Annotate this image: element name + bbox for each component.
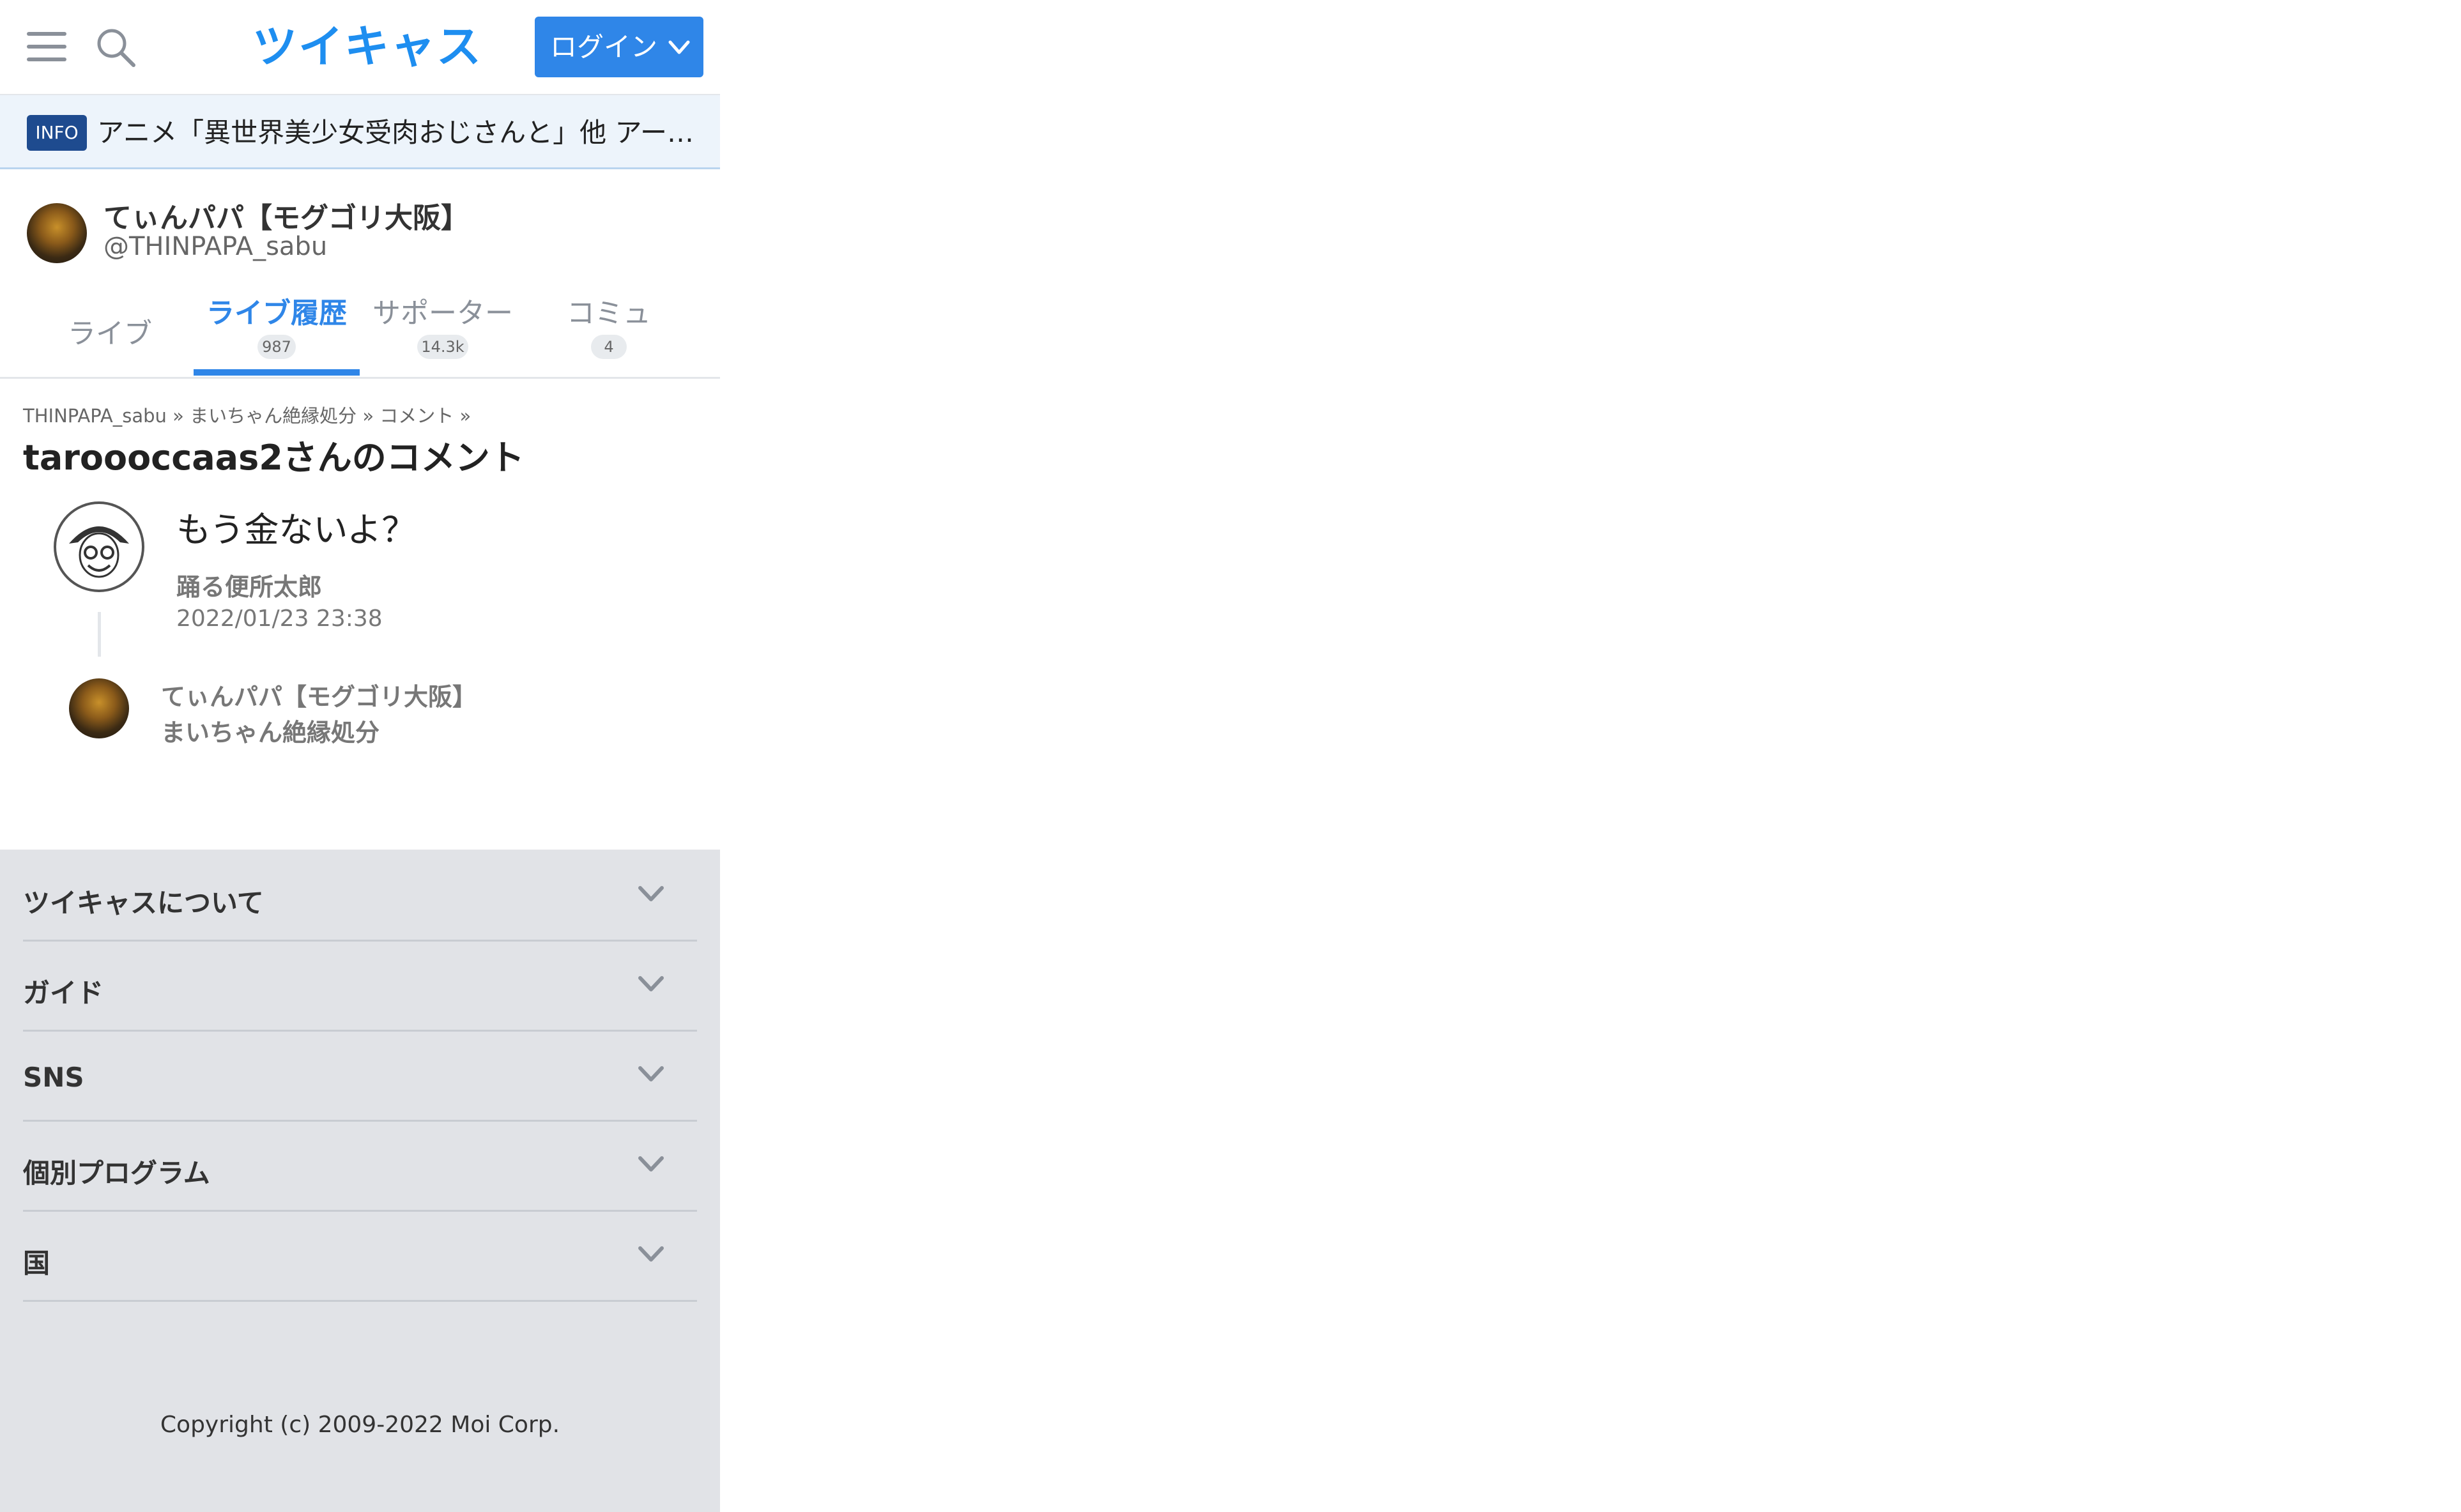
movie-title[interactable]: まいちゃん絶縁処分 <box>161 713 379 748</box>
profile-tabs: ライブ ライブ履歴 987 サポーター 14.3k コミュ 4 <box>0 281 720 379</box>
user-avatar[interactable] <box>27 203 87 263</box>
tab-count-badge: 987 <box>257 335 296 359</box>
broadcaster-avatar[interactable] <box>69 678 129 738</box>
comment-text: もう金ないよ？ <box>176 510 417 550</box>
breadcrumb-separator: » <box>172 405 184 427</box>
menu-icon[interactable] <box>27 31 68 64</box>
search-icon[interactable] <box>94 26 139 70</box>
footer-section-country[interactable]: 国 <box>23 1210 697 1302</box>
comment-author[interactable]: 踊る便所太郎 <box>176 567 322 602</box>
tab-community[interactable]: コミュ 4 <box>526 281 692 377</box>
breadcrumb-movie[interactable]: まいちゃん絶縁処分 <box>190 405 356 427</box>
tab-label: ライブ履歴 <box>206 297 347 330</box>
tab-label: コミュ <box>567 297 651 330</box>
chevron-down-icon <box>638 976 664 991</box>
info-badge: INFO <box>27 115 87 151</box>
active-tab-indicator <box>194 369 360 376</box>
top-header: ツイキャス ログイン <box>0 0 720 95</box>
footer-section-label: 国 <box>23 1248 50 1279</box>
tab-count-badge: 14.3k <box>417 335 468 359</box>
page-title: taroooccaas2さんのコメント <box>23 438 525 478</box>
user-name[interactable]: てぃんパパ【モグゴリ大阪】 <box>103 195 469 236</box>
site-logo[interactable]: ツイキャス <box>252 18 481 75</box>
chevron-down-icon <box>638 1066 664 1081</box>
tab-live-history[interactable]: ライブ履歴 987 <box>194 281 360 377</box>
footer-section-label: SNS <box>23 1062 84 1093</box>
copyright-text: Copyright (c) 2009-2022 Moi Corp. <box>160 1412 560 1438</box>
chevron-down-icon <box>668 40 690 54</box>
user-handle: @THINPAPA_sabu <box>103 232 328 261</box>
footer-section-sns[interactable]: SNS <box>23 1030 697 1122</box>
tab-count-badge: 4 <box>591 335 627 359</box>
commenter-avatar-image <box>69 526 129 578</box>
footer-section-guide[interactable]: ガイド <box>23 940 697 1032</box>
login-label: ログイン <box>550 31 658 63</box>
breadcrumb-user[interactable]: THINPAPA_sabu <box>23 405 167 427</box>
footer-section-about[interactable]: ツイキャスについて <box>23 850 697 942</box>
breadcrumb-separator: » <box>362 405 374 427</box>
login-button[interactable]: ログイン <box>535 17 703 77</box>
chevron-down-icon <box>638 1156 664 1172</box>
movie-broadcaster-name[interactable]: てぃんパパ【モグゴリ大阪】 <box>161 677 477 712</box>
footer-section-label: 個別プログラム <box>23 1157 210 1189</box>
footer-section-programs[interactable]: 個別プログラム <box>23 1120 697 1212</box>
comment-timestamp: 2022/01/23 23:38 <box>176 606 383 632</box>
thread-line <box>98 612 101 657</box>
tab-supporters[interactable]: サポーター 14.3k <box>360 281 526 377</box>
commenter-avatar[interactable] <box>54 501 144 592</box>
breadcrumb-separator: » <box>459 405 471 427</box>
breadcrumb: THINPAPA_sabu » まいちゃん絶縁処分 » コメント » <box>23 401 471 428</box>
chevron-down-icon <box>638 886 664 901</box>
chevron-down-icon <box>638 1246 664 1262</box>
info-link[interactable]: アニメ「異世界美少女受肉おじさんと」他 アーティストによる配信 <box>97 111 701 155</box>
footer-section-label: ガイド <box>23 977 104 1009</box>
footer-section-label: ツイキャスについて <box>23 887 264 919</box>
tab-live[interactable]: ライブ <box>27 281 193 377</box>
tab-label: ライブ <box>68 317 152 350</box>
app-root: ツイキャス ログイン INFO アニメ「異世界美少女受肉おじさんと」他 アーティ… <box>0 0 720 1512</box>
tab-label: サポーター <box>372 297 513 330</box>
breadcrumb-comments[interactable]: コメント <box>379 405 454 427</box>
